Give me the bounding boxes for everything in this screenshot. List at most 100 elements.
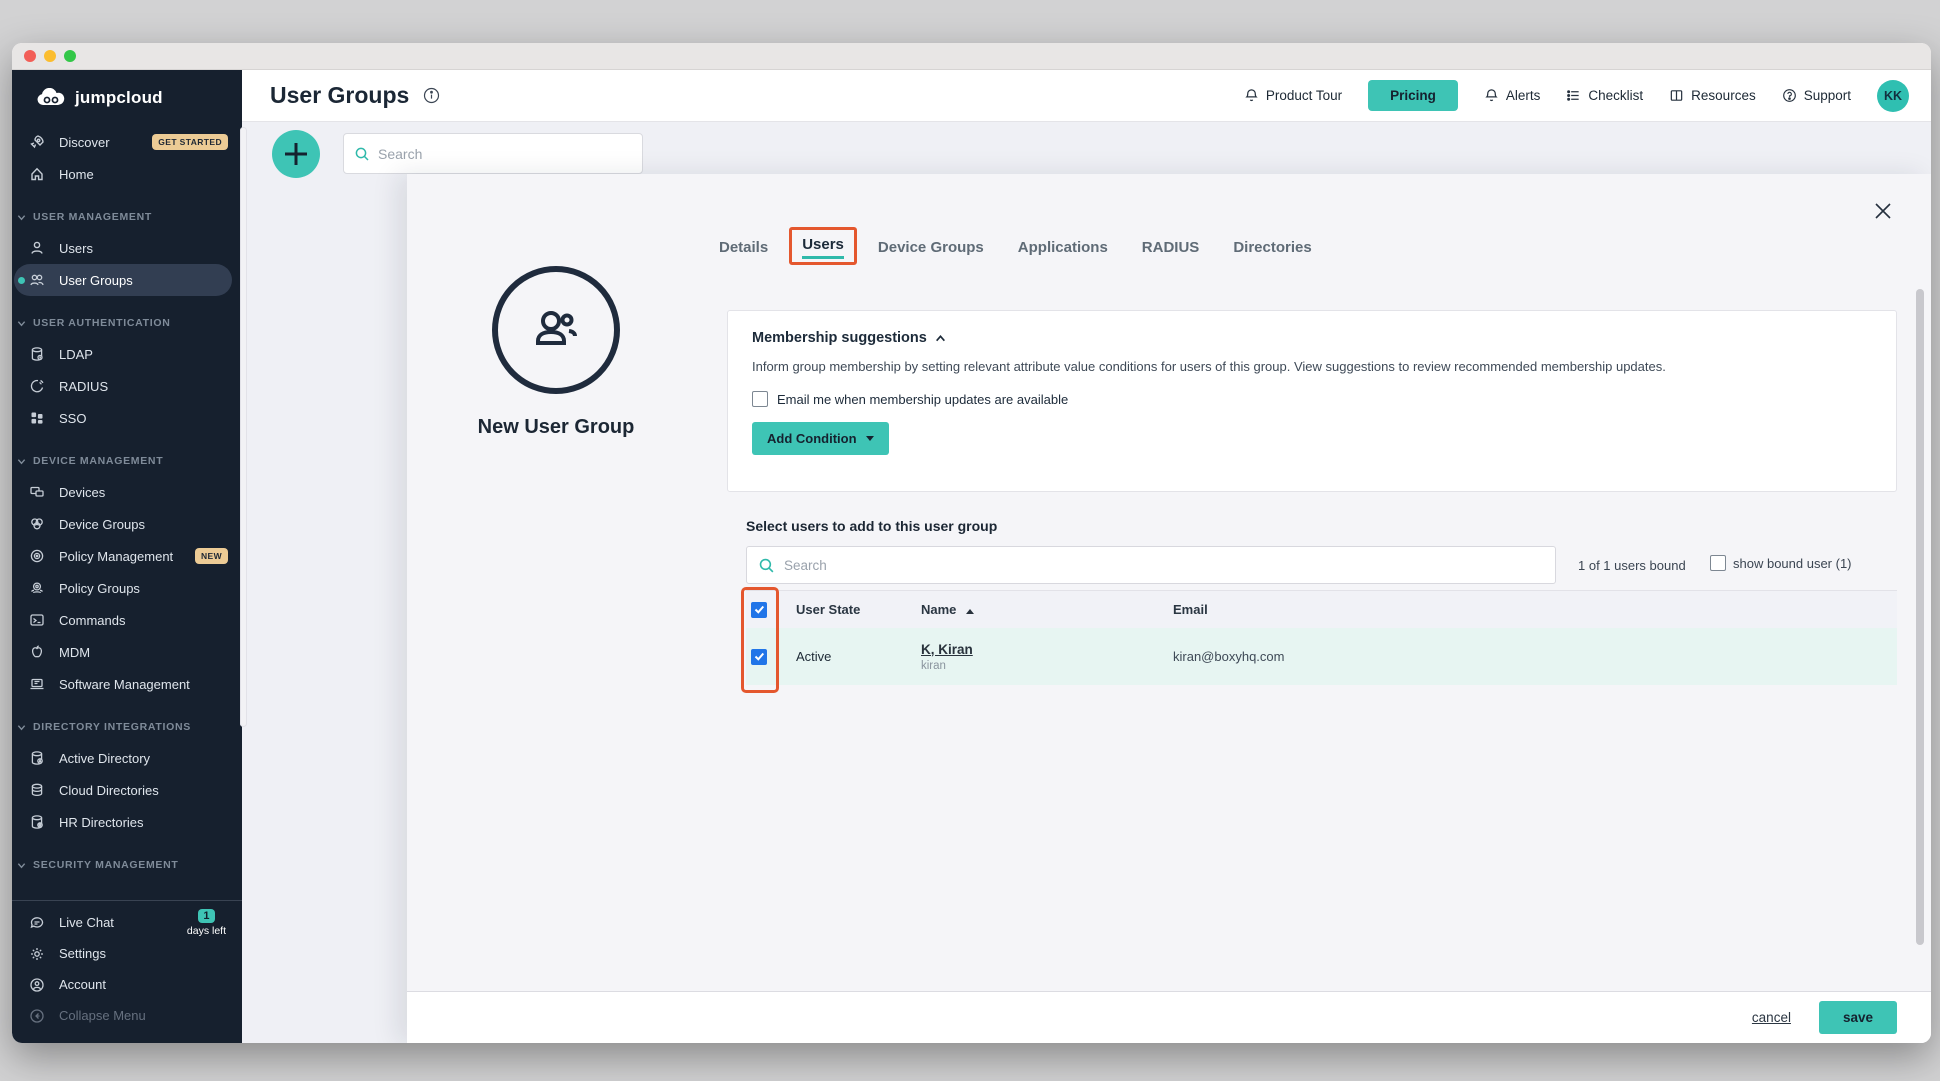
jumpcloud-logo[interactable]: jumpcloud — [12, 70, 242, 126]
table-row[interactable]: Active K, Kiran kiran kiran@boxyhq.com — [746, 628, 1897, 685]
sidebar-item-mdm[interactable]: MDM — [14, 636, 232, 668]
section-security-management[interactable]: SECURITY MANAGEMENT — [12, 850, 242, 880]
row-checkbox[interactable] — [751, 649, 767, 665]
user-name-link[interactable]: K, Kiran — [921, 642, 973, 657]
sidebar-item-label: Cloud Directories — [59, 783, 159, 798]
sidebar-item-devices[interactable]: Devices — [14, 476, 232, 508]
sidebar-item-commands[interactable]: Commands — [14, 604, 232, 636]
pricing-button[interactable]: Pricing — [1368, 80, 1458, 111]
users-search-input[interactable] — [784, 558, 1544, 573]
chevron-down-icon — [17, 213, 26, 222]
users-search[interactable] — [746, 546, 1556, 584]
sidebar-item-sso[interactable]: SSO — [14, 402, 232, 434]
modal-scrollbar[interactable] — [1916, 289, 1924, 945]
add-condition-button[interactable]: Add Condition — [752, 422, 889, 455]
sidebar-item-settings[interactable]: Settings — [14, 938, 232, 969]
tab-applications[interactable]: Applications — [1018, 239, 1108, 256]
sidebar-item-label: Discover — [59, 135, 110, 150]
sidebar-item-policy-groups[interactable]: Policy Groups — [14, 572, 232, 604]
rocket-icon — [29, 134, 45, 150]
save-button[interactable]: save — [1819, 1001, 1897, 1034]
check-icon — [754, 651, 765, 662]
check-icon — [754, 604, 765, 615]
users-table: User State Name Email — [746, 590, 1897, 685]
column-email[interactable]: Email — [1173, 602, 1897, 617]
support-button[interactable]: Support — [1782, 88, 1851, 103]
section-device-management[interactable]: DEVICE MANAGEMENT — [12, 446, 242, 476]
checklist-button[interactable]: Checklist — [1566, 88, 1643, 103]
new-badge: NEW — [195, 548, 228, 564]
alerts-button[interactable]: Alerts — [1484, 88, 1541, 103]
membership-suggestions-toggle[interactable]: Membership suggestions — [752, 330, 1872, 346]
chevron-down-icon — [17, 861, 26, 870]
email-updates-label: Email me when membership updates are ava… — [777, 392, 1068, 407]
resources-button[interactable]: Resources — [1669, 88, 1756, 103]
membership-description: Inform group membership by setting relev… — [752, 359, 1872, 374]
user-group-icon — [525, 299, 587, 361]
radius-icon — [29, 378, 45, 394]
column-name[interactable]: Name — [921, 602, 1173, 617]
user-icon — [29, 240, 45, 256]
section-directory-integrations[interactable]: DIRECTORY INTEGRATIONS — [12, 712, 242, 742]
info-icon[interactable] — [423, 87, 440, 104]
active-dot — [18, 277, 25, 284]
sidebar-item-policy-management[interactable]: Policy Management NEW — [14, 540, 232, 572]
sidebar-item-label: Users — [59, 241, 93, 256]
zoom-window-button[interactable] — [64, 50, 76, 62]
tab-users[interactable]: Users — [802, 236, 844, 259]
sidebar-item-account[interactable]: Account — [14, 969, 232, 1000]
select-all-checkbox[interactable] — [751, 602, 767, 618]
cloud-db-icon — [29, 782, 45, 798]
sidebar-item-label: Account — [59, 977, 106, 992]
sidebar-item-live-chat[interactable]: Live Chat 1 days left — [14, 907, 232, 938]
sidebar-item-label: Settings — [59, 946, 106, 961]
sidebar-item-device-groups[interactable]: Device Groups — [14, 508, 232, 540]
sidebar-item-hr-directories[interactable]: HR Directories — [14, 806, 232, 838]
home-icon — [29, 166, 45, 182]
cancel-button[interactable]: cancel — [1752, 1010, 1791, 1025]
target-icon — [29, 548, 45, 564]
groups-search-input[interactable] — [378, 146, 632, 162]
sidebar-item-label: Policy Management — [59, 549, 173, 564]
sidebar-item-label: Collapse Menu — [59, 1008, 146, 1023]
close-icon[interactable] — [1873, 198, 1899, 224]
user-avatar[interactable]: KK — [1877, 80, 1909, 112]
days-left-badge: 1 — [198, 909, 214, 923]
apple-icon — [29, 644, 45, 660]
get-started-badge: GET STARTED — [152, 134, 228, 150]
username-subtext: kiran — [921, 660, 1173, 672]
tab-details[interactable]: Details — [719, 239, 768, 256]
sidebar-item-active-directory[interactable]: Active Directory — [14, 742, 232, 774]
section-user-authentication[interactable]: USER AUTHENTICATION — [12, 308, 242, 338]
tab-device-groups[interactable]: Device Groups — [878, 239, 984, 256]
minimize-window-button[interactable] — [44, 50, 56, 62]
sidebar-item-software-management[interactable]: Software Management — [14, 668, 232, 700]
product-tour-button[interactable]: Product Tour — [1244, 88, 1342, 103]
close-window-button[interactable] — [24, 50, 36, 62]
tab-radius[interactable]: RADIUS — [1142, 239, 1200, 256]
section-user-management[interactable]: USER MANAGEMENT — [12, 202, 242, 232]
groups-search[interactable] — [343, 133, 643, 174]
sidebar-item-user-groups[interactable]: User Groups — [14, 264, 232, 296]
sidebar-item-ldap[interactable]: LDAP — [14, 338, 232, 370]
modal-footer: cancel save — [407, 991, 1931, 1043]
user-email-value: kiran@boxyhq.com — [1173, 649, 1897, 664]
email-updates-checkbox[interactable] — [752, 391, 768, 407]
add-user-group-button[interactable] — [272, 130, 320, 178]
chat-icon — [29, 915, 45, 931]
chevron-up-icon — [935, 333, 946, 344]
sidebar-item-cloud-directories[interactable]: Cloud Directories — [14, 774, 232, 806]
active-tab-underline — [802, 256, 844, 259]
column-user-state[interactable]: User State — [796, 602, 921, 617]
show-bound-checkbox[interactable] — [1710, 555, 1726, 571]
sidebar-scrollbar[interactable] — [240, 127, 247, 727]
sidebar-item-radius[interactable]: RADIUS — [14, 370, 232, 402]
tab-directories[interactable]: Directories — [1233, 239, 1311, 256]
hr-db-icon — [29, 814, 45, 830]
sidebar-item-users[interactable]: Users — [14, 232, 232, 264]
search-icon — [354, 146, 370, 162]
question-icon — [1782, 88, 1797, 103]
sidebar-item-home[interactable]: Home — [14, 158, 232, 190]
sidebar-item-discover[interactable]: Discover GET STARTED — [14, 126, 232, 158]
sidebar-item-collapse-menu[interactable]: Collapse Menu — [14, 1000, 232, 1031]
